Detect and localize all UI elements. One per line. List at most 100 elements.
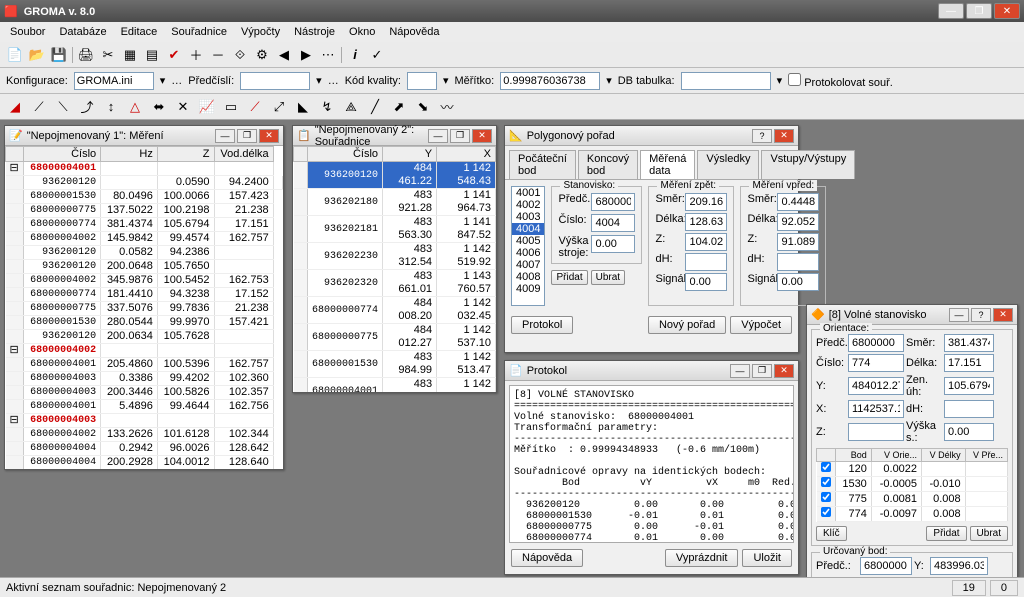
flag-icon[interactable]: ✔	[165, 46, 183, 64]
info-icon[interactable]: i	[346, 46, 364, 64]
tab-1[interactable]: Koncový bod	[578, 150, 638, 179]
minimize-button[interactable]: —	[938, 3, 964, 19]
minimize-icon[interactable]: —	[215, 129, 235, 143]
poly-ubrat[interactable]: Ubrat	[591, 270, 625, 285]
window-volne-stanovisko[interactable]: 🔶[8] Volné stanovisko —?✕ Orientace: Pře…	[806, 304, 1018, 597]
meritko-input[interactable]	[500, 72, 600, 90]
close-button[interactable]: ✕	[994, 3, 1020, 19]
list-item[interactable]: 4007	[512, 259, 544, 271]
protokol-help[interactable]: Nápověda	[511, 549, 583, 567]
grid-icon[interactable]: ▦	[121, 46, 139, 64]
vs-pridat[interactable]: Přidat	[926, 526, 966, 541]
mereni-title: "Nepojmenovaný 1": Měření	[27, 130, 164, 142]
menu-výpočty[interactable]: Výpočty	[235, 24, 286, 40]
settings-icon[interactable]: ⚙	[253, 46, 271, 64]
left-icon[interactable]: ◀	[275, 46, 293, 64]
poly-icon: 📐	[509, 129, 523, 142]
list-item[interactable]: 4005	[512, 235, 544, 247]
tab-0[interactable]: Počáteční bod	[509, 150, 576, 179]
list-item[interactable]: 4009	[512, 283, 544, 295]
list-icon[interactable]: ▤	[143, 46, 161, 64]
maximize-button[interactable]: ❐	[966, 3, 992, 19]
cut-icon[interactable]: ✂	[99, 46, 117, 64]
new-icon[interactable]: 📄	[6, 46, 24, 64]
list-item[interactable]: 4004	[512, 223, 544, 235]
menu-souřadnice[interactable]: Souřadnice	[165, 24, 233, 40]
app-window-buttons: — ❐ ✕	[938, 3, 1020, 19]
doc-icon: 📝	[9, 129, 23, 142]
tab-4[interactable]: Vstupy/Výstupy	[761, 150, 855, 179]
predcisli-input[interactable]	[240, 72, 310, 90]
window-mereni[interactable]: 📝 "Nepojmenovaný 1": Měření —❐✕ ČísloHzZV…	[4, 125, 284, 470]
list-item[interactable]: 4002	[512, 199, 544, 211]
poly-stanovisko-list[interactable]: 400140024003400440054006400740084009	[511, 186, 545, 306]
open-icon[interactable]: 📂	[28, 46, 46, 64]
protokol-save[interactable]: Uložit	[742, 549, 792, 567]
tab-2[interactable]: Měřená data	[640, 150, 695, 179]
minus-icon[interactable]: －	[209, 46, 227, 64]
konf-dropdown[interactable]: ▾	[160, 74, 166, 87]
tab-3[interactable]: Výsledky	[697, 150, 759, 179]
statusbar: Aktivní seznam souřadnic: Nepojmenovaný …	[0, 577, 1024, 597]
db-input[interactable]	[681, 72, 771, 90]
close-icon[interactable]: ✕	[774, 129, 794, 143]
poly-pridat[interactable]: Přidat	[551, 270, 587, 285]
kod-input[interactable]	[407, 72, 437, 90]
menu-editace[interactable]: Editace	[115, 24, 164, 40]
list-item[interactable]: 4001	[512, 187, 544, 199]
menu-nástroje[interactable]: Nástroje	[288, 24, 341, 40]
predcisli-label: Předčíslí:	[188, 75, 234, 87]
menu-databáze[interactable]: Databáze	[53, 24, 112, 40]
toolbar-main: 📄 📂 💾 🖨 ✂ ▦ ▤ ✔ ＋ － ⟐ ⚙ ◀ ▶ ⋯ i ✓	[0, 42, 1024, 68]
poly-predc[interactable]	[591, 193, 635, 211]
toolbar-calc: ◢ ⟋ ⟍ ⤴ ↕ △ ⬌ ✕ 📈 ▭ ⟋ ⤢ ◣ ↯ ⟁ ╱ ⬈ ⬊ 〰	[0, 94, 1024, 120]
vs-title: [8] Volné stanovisko	[829, 309, 927, 321]
sour-title: "Nepojmenovaný 2": Souřadnice	[315, 124, 428, 148]
maximize-icon[interactable]: ❐	[237, 129, 257, 143]
vs-icon: 🔶	[811, 308, 825, 321]
vs-table[interactable]: BodV Orie...V DélkyV Pře...1200.00221530…	[816, 448, 1008, 522]
menu-soubor[interactable]: Soubor	[4, 24, 51, 40]
kod-label: Kód kvality:	[345, 75, 401, 87]
protokolovat-checkbox[interactable]: Protokolovat souř.	[788, 73, 893, 89]
konfigurace-label: Konfigurace:	[6, 75, 68, 87]
plus-icon[interactable]: ＋	[187, 46, 205, 64]
mereni-table[interactable]: ČísloHzZVod.délka⊟680000040019362001200.…	[5, 146, 283, 469]
db-label: DB tabulka:	[618, 75, 675, 87]
close-icon[interactable]: ✕	[472, 129, 492, 143]
poly-novy[interactable]: Nový pořad	[648, 316, 726, 334]
vs-ubrat[interactable]: Ubrat	[970, 526, 1008, 541]
close-icon[interactable]: ✕	[993, 308, 1013, 322]
compass-icon[interactable]: ⟐	[231, 46, 249, 64]
menubar[interactable]: SouborDatabázeEditaceSouřadniceVýpočtyNá…	[0, 22, 1024, 42]
konfigurace-input[interactable]	[74, 72, 154, 90]
print-icon[interactable]: 🖨	[77, 46, 95, 64]
window-souradnice[interactable]: 📋"Nepojmenovaný 2": Souřadnice —❐✕ Číslo…	[292, 125, 497, 393]
menu-nápověda[interactable]: Nápověda	[383, 24, 445, 40]
vs-klic[interactable]: Klíč	[816, 526, 847, 541]
poly-vypocet[interactable]: Výpočet	[730, 316, 792, 334]
close-icon[interactable]: ✕	[774, 364, 794, 378]
app-title: GROMA v. 8.0	[24, 6, 96, 18]
check-icon[interactable]: ✓	[368, 46, 386, 64]
protokol-text[interactable]: [8] VOLNÉ STANOVISKO ===================…	[509, 385, 794, 543]
window-protokol[interactable]: 📄Protokol —❐✕ [8] VOLNÉ STANOVISKO =====…	[504, 360, 799, 575]
poly-vyska[interactable]	[591, 235, 635, 253]
right-icon[interactable]: ▶	[297, 46, 315, 64]
poly-cislo[interactable]	[591, 214, 635, 232]
protokol-clear[interactable]: Vyprázdnit	[665, 549, 739, 567]
list-item[interactable]: 4003	[512, 211, 544, 223]
list-item[interactable]: 4006	[512, 247, 544, 259]
menu-okno[interactable]: Okno	[343, 24, 381, 40]
meritko-label: Měřítko:	[454, 75, 494, 87]
poly-title: Polygonový pořad	[527, 130, 615, 142]
list-item[interactable]: 4008	[512, 271, 544, 283]
dots-icon[interactable]: ⋯	[319, 46, 337, 64]
konf-browse[interactable]: …	[171, 75, 182, 87]
sour-table[interactable]: ČísloYX936200120484 461.221 142 548.4393…	[293, 146, 496, 392]
poly-tabs[interactable]: Počáteční bodKoncový bodMěřená dataVýsle…	[505, 150, 798, 180]
close-icon[interactable]: ✕	[259, 129, 279, 143]
window-polygon[interactable]: 📐Polygonový pořad ?✕ Počáteční bodKoncov…	[504, 125, 799, 353]
poly-protokol[interactable]: Protokol	[511, 316, 573, 334]
save-icon[interactable]: 💾	[50, 46, 68, 64]
